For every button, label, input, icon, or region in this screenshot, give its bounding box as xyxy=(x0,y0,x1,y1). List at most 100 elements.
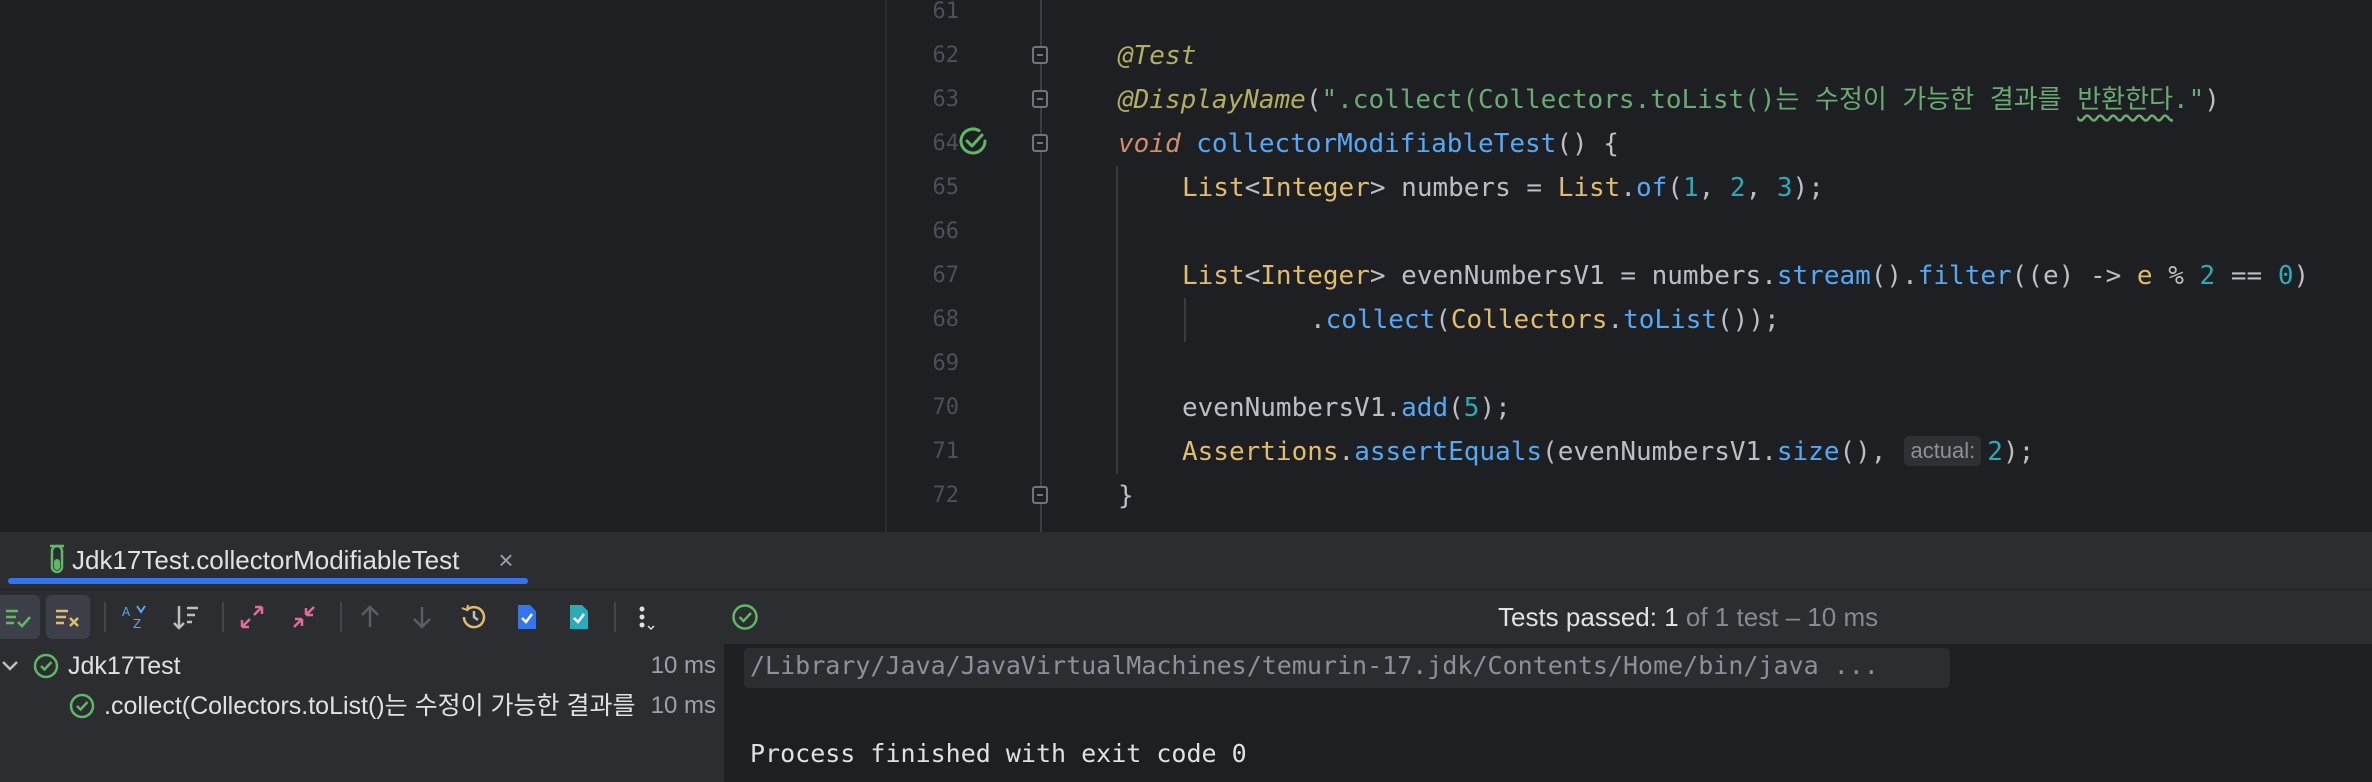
toolbar-separator xyxy=(614,602,616,632)
code-text: (). xyxy=(1870,261,1918,291)
expand-all-button[interactable] xyxy=(230,595,274,639)
method-call: size xyxy=(1776,437,1840,467)
code-text: , xyxy=(1745,173,1777,203)
export-tests-button[interactable] xyxy=(556,595,600,639)
sort-by-duration-button[interactable] xyxy=(164,595,208,639)
code-editor[interactable]: 61 62 63 64 65 66 67 68 69 70 71 72 @Tes… xyxy=(0,0,2372,532)
code-line-67: List<Integer> evenNumbersV1 = numbers.st… xyxy=(1182,254,2309,298)
type-name: List xyxy=(1182,261,1245,291)
code-text: ( xyxy=(1667,173,1683,203)
code-text: ( xyxy=(1448,393,1464,423)
sort-duration-icon xyxy=(173,606,198,630)
paren: ( xyxy=(1305,85,1322,115)
type-name: Collectors xyxy=(1450,305,1608,335)
test-results-tree: Jdk17Test 10 ms .collect(Collectors.toLi… xyxy=(0,644,724,782)
line-number: 67 xyxy=(932,263,960,288)
code-text: ); xyxy=(1479,393,1511,423)
close-icon[interactable]: × xyxy=(490,544,522,576)
collapse-all-button[interactable] xyxy=(282,595,326,639)
type-name: Assertions xyxy=(1182,437,1339,467)
code-text: (evenNumbersV1. xyxy=(1542,437,1777,467)
next-failed-button[interactable] xyxy=(400,595,444,639)
show-passed-icon xyxy=(6,609,31,628)
line-number: 63 xyxy=(932,87,960,112)
passed-check-icon xyxy=(69,693,95,719)
tree-row-test[interactable]: .collect(Collectors.toList()는 수정이 가능한 결과… xyxy=(0,686,724,726)
method-call: filter xyxy=(1917,261,2012,291)
gutter-line-63: 63 xyxy=(887,78,975,122)
test-history-button[interactable] xyxy=(452,595,496,639)
status-label: Tests passed: xyxy=(1498,602,1665,632)
expand-all-icon xyxy=(240,605,264,629)
test-passed-gutter-icon[interactable] xyxy=(956,124,990,158)
code-text: ()); xyxy=(1717,305,1780,335)
status-text: Tests passed: 1 of 1 test – 10 ms xyxy=(1498,590,1878,644)
code-line-62: @Test xyxy=(1118,34,1196,78)
show-passed-button[interactable] xyxy=(0,595,40,639)
method-call: of xyxy=(1635,173,1668,203)
more-vertical-icon xyxy=(639,606,655,631)
number-literal: 2 xyxy=(2199,261,2216,291)
code-line-65: List<Integer> numbers = List.of(1, 2, 3)… xyxy=(1182,166,1824,210)
parameter-hint: actual: xyxy=(1904,436,1982,466)
annotation-displayname: @DisplayName xyxy=(1118,85,1306,115)
method-name: collectorModifiableTest xyxy=(1196,129,1557,159)
code-text: % xyxy=(2152,261,2200,291)
code-line-63: @DisplayName(".collect(Collectors.toList… xyxy=(1118,78,2220,122)
string-literal-end: ." xyxy=(2172,85,2205,115)
more-options-button[interactable] xyxy=(622,595,666,639)
console-command-line[interactable]: /Library/Java/JavaVirtualMachines/temuri… xyxy=(750,644,1879,688)
number-literal: 1 xyxy=(1682,173,1699,203)
active-tab-indicator xyxy=(8,578,528,584)
code-text: . xyxy=(1607,305,1624,335)
code-line-70: evenNumbersV1.add(5); xyxy=(1182,386,1511,430)
code-text: evenNumbersV1 = numbers. xyxy=(1385,261,1777,291)
number-literal: 0 xyxy=(2277,261,2294,291)
console-output[interactable]: /Library/Java/JavaVirtualMachines/temuri… xyxy=(726,644,2372,782)
import-tests-button[interactable] xyxy=(504,595,548,639)
line-number: 61 xyxy=(932,0,960,24)
number-literal: 3 xyxy=(1776,173,1793,203)
chevron-down-icon[interactable] xyxy=(0,656,20,676)
generic-open: < xyxy=(1244,261,1261,291)
show-ignored-button[interactable] xyxy=(46,595,90,639)
code-text: ) xyxy=(2293,261,2310,291)
paren: ) xyxy=(2204,85,2220,115)
type-name: List xyxy=(1557,173,1621,203)
number-literal: 5 xyxy=(1463,393,1480,423)
tree-duration: 10 ms xyxy=(650,692,716,719)
fold-marker-icon[interactable] xyxy=(1032,46,1048,64)
string-literal: ".collect(Collectors.toList()는 수정이 가능한 결… xyxy=(1321,85,2078,115)
code-text: ); xyxy=(1792,173,1824,203)
test-tube-icon xyxy=(50,544,64,574)
code-text: . xyxy=(1620,173,1636,203)
method-call: stream xyxy=(1776,261,1871,291)
fold-marker-icon[interactable] xyxy=(1032,486,1048,504)
sort-alphabetically-button[interactable]: AZ xyxy=(112,595,156,639)
gutter-line-65: 65 xyxy=(887,166,975,210)
method-call: add xyxy=(1401,393,1449,423)
code-line-68: .collect(Collectors.toList()); xyxy=(1310,298,1780,342)
tree-row-class[interactable]: Jdk17Test 10 ms xyxy=(0,646,724,686)
fold-guide-line xyxy=(1040,0,1042,532)
previous-failed-button[interactable] xyxy=(348,595,392,639)
method-call: assertEquals xyxy=(1354,437,1543,467)
toolbar-separator xyxy=(222,602,224,632)
fold-marker-icon[interactable] xyxy=(1032,134,1048,152)
code-text: (), xyxy=(1839,437,1887,467)
closing-brace: } xyxy=(1118,481,1134,511)
method-call: toList xyxy=(1623,305,1718,335)
gutter-line-70: 70 xyxy=(887,386,975,430)
code-text: ( xyxy=(1435,305,1451,335)
tree-class-label: Jdk17Test xyxy=(68,652,181,680)
export-icon xyxy=(570,605,588,629)
toolbar-separator xyxy=(104,602,106,632)
code-text: ); xyxy=(2002,437,2035,467)
keyword-void: void xyxy=(1118,129,1181,159)
generic-close: > xyxy=(1369,173,1386,203)
line-number: 71 xyxy=(932,439,960,464)
fold-marker-icon[interactable] xyxy=(1032,90,1048,108)
method-signature-rest: () { xyxy=(1556,129,1619,159)
import-icon xyxy=(518,605,536,629)
passed-check-icon xyxy=(33,653,59,679)
